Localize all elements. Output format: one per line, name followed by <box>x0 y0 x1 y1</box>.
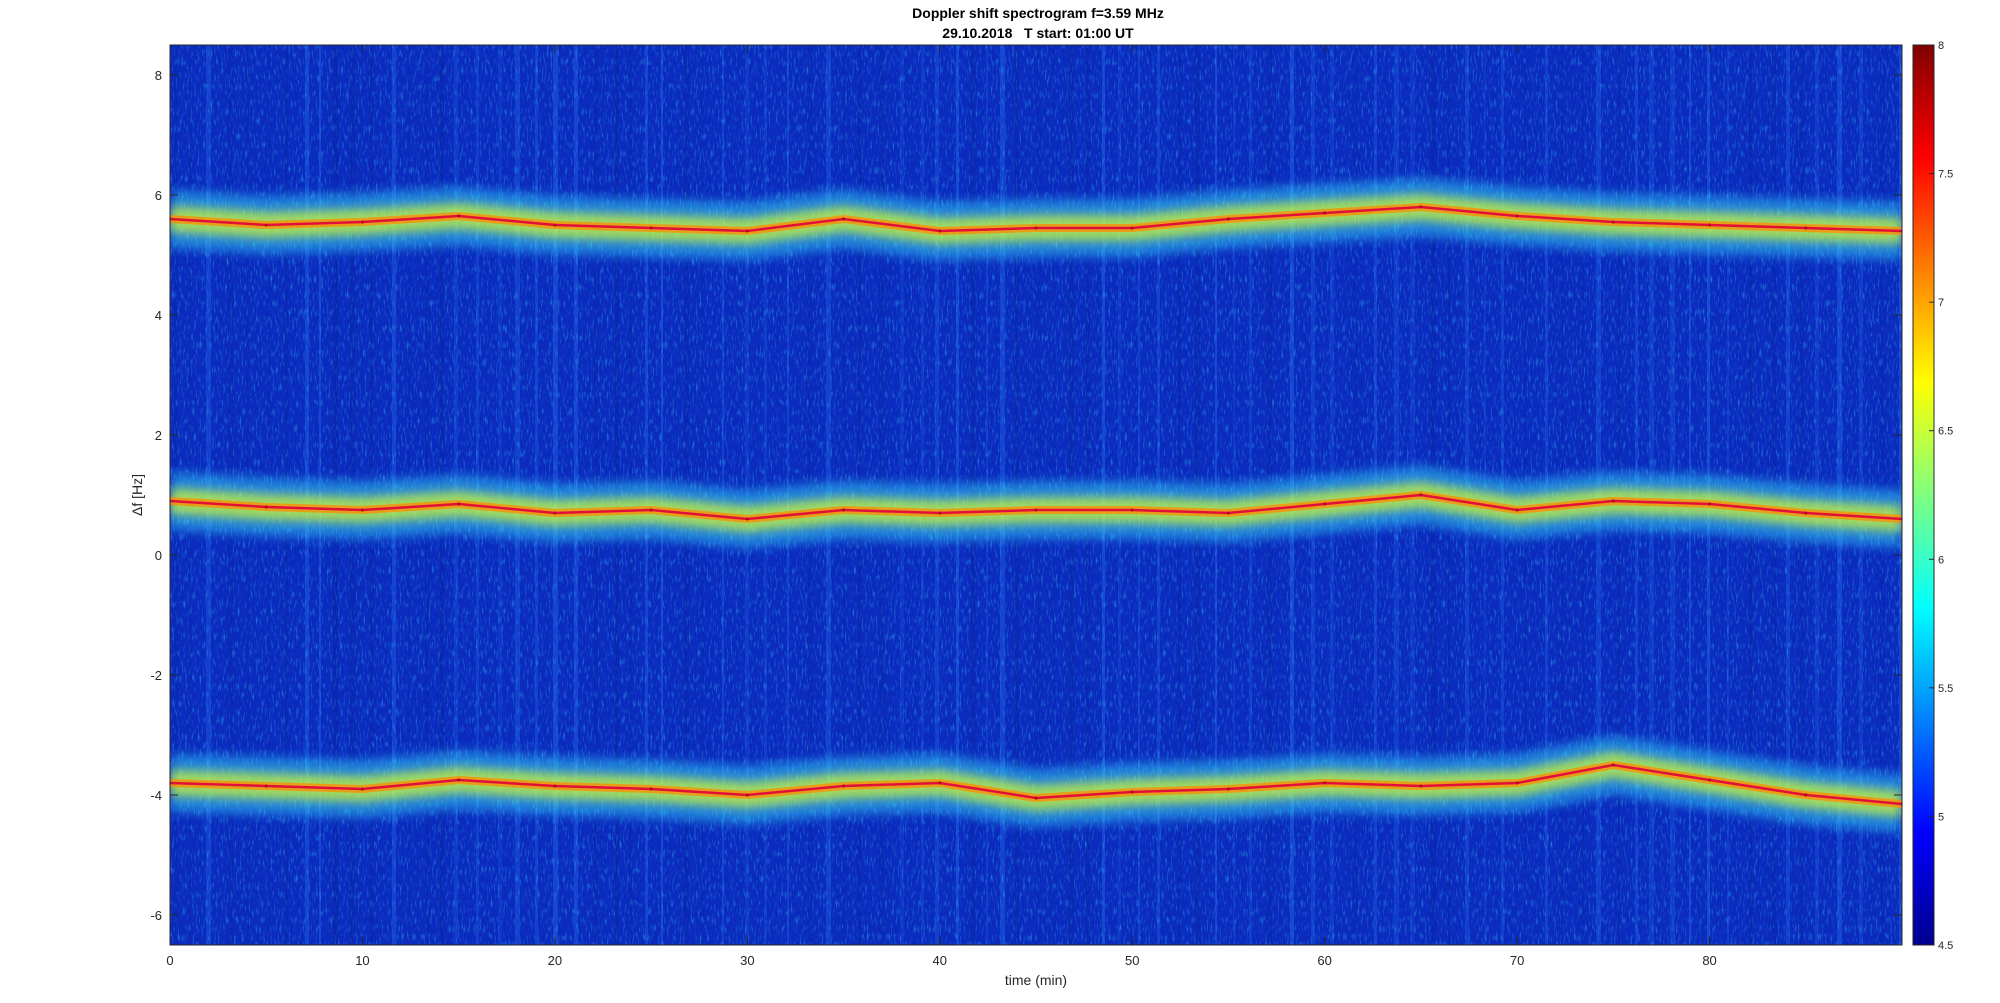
trace-2-point <box>745 517 749 521</box>
trace-2-point <box>1130 508 1134 512</box>
trace-3-point <box>1034 796 1038 800</box>
trace-2-point <box>360 508 364 512</box>
trace-1-point <box>457 214 461 218</box>
trace-3-point <box>842 784 846 788</box>
trace-2-point <box>1611 499 1615 503</box>
chart-title: Doppler shift spectrogram f=3.59 MHz <box>912 5 1164 21</box>
x-tick-label: 30 <box>740 953 754 968</box>
trace-3-point <box>553 784 557 788</box>
trace-1-point <box>1226 217 1230 221</box>
trace-1-point <box>360 220 364 224</box>
trace-1-point <box>1804 226 1808 230</box>
x-tick-label: 20 <box>548 953 562 968</box>
trace-1-point <box>1130 226 1134 230</box>
y-tick-label: 6 <box>155 188 162 203</box>
trace-3-point <box>1419 784 1423 788</box>
trace-3-point <box>1611 763 1615 767</box>
x-tick-label: 10 <box>355 953 369 968</box>
trace-3-point <box>360 787 364 791</box>
x-tick-label: 70 <box>1510 953 1524 968</box>
colorbar-tick-label: 8 <box>1938 40 1944 52</box>
x-tick-label: 0 <box>166 953 173 968</box>
trace-1-point <box>553 223 557 227</box>
y-tick-label: 2 <box>155 428 162 443</box>
trace-2-point <box>649 508 653 512</box>
colorbar-tick-label: 4.5 <box>1938 940 1953 952</box>
trace-2-point <box>1804 511 1808 515</box>
trace-2-point <box>1515 508 1519 512</box>
plot-area <box>170 45 1902 945</box>
colorbar-gradient <box>1912 44 1935 946</box>
trace-2-point <box>264 505 268 509</box>
x-tick-label: 40 <box>933 953 947 968</box>
colorbar-tick-label: 6 <box>1938 554 1944 566</box>
trace-1-point <box>1708 223 1712 227</box>
y-tick-label: -2 <box>150 668 162 683</box>
trace-1-point <box>264 223 268 227</box>
x-tick-label: 80 <box>1702 953 1716 968</box>
trace-1-point <box>1611 220 1615 224</box>
trace-3-point <box>1804 793 1808 797</box>
trace-2-point <box>1419 493 1423 497</box>
trace-2-point <box>938 511 942 515</box>
trace-1-point <box>1034 226 1038 230</box>
trace-2-point <box>1323 502 1327 506</box>
trace-1-point <box>649 226 653 230</box>
trace-2-point <box>1226 511 1230 515</box>
y-axis-label: Δf [Hz] <box>129 474 145 516</box>
trace-3-point <box>1515 781 1519 785</box>
trace-2-point <box>457 502 461 506</box>
colorbar-tick-label: 6.5 <box>1938 426 1953 438</box>
y-tick-label: -4 <box>150 788 162 803</box>
colorbar: 4.5 5 5.5 6 6.5 7 7.5 8 <box>1912 40 1953 952</box>
y-tick-label: 4 <box>155 308 162 323</box>
trace-3-point <box>649 787 653 791</box>
trace-1-point <box>1323 211 1327 215</box>
trace-1-point <box>745 229 749 233</box>
chart-subtitle: 29.10.2018 T start: 01:00 UT <box>942 25 1134 41</box>
spectrogram-figure: Doppler shift spectrogram f=3.59 MHz 29.… <box>129 5 1953 988</box>
trace-3-point <box>1226 787 1230 791</box>
y-tick-label: 8 <box>155 68 162 83</box>
colorbar-tick-label: 7 <box>1938 297 1944 309</box>
colorbar-tick-label: 5 <box>1938 811 1944 823</box>
trace-3-point <box>938 781 942 785</box>
trace-1-point <box>842 217 846 221</box>
trace-2-point <box>1708 502 1712 506</box>
trace-2-point <box>553 511 557 515</box>
x-tick-label: 50 <box>1125 953 1139 968</box>
trace-3-point <box>745 793 749 797</box>
trace-1-point <box>1419 205 1423 209</box>
trace-1-point <box>938 229 942 233</box>
trace-1-point <box>1515 214 1519 218</box>
trace-3-point <box>457 778 461 782</box>
x-axis-label: time (min) <box>1005 972 1067 988</box>
trace-3-point <box>1130 790 1134 794</box>
trace-3-point <box>1323 781 1327 785</box>
trace-3-point <box>264 784 268 788</box>
colorbar-tick-label: 7.5 <box>1938 169 1953 181</box>
trace-2-point <box>842 508 846 512</box>
trace-3-point <box>1708 778 1712 782</box>
y-tick-label: 0 <box>155 548 162 563</box>
colorbar-tick-label: 5.5 <box>1938 683 1953 695</box>
y-tick-label: -6 <box>150 908 162 923</box>
x-tick-label: 60 <box>1317 953 1331 968</box>
trace-2-point <box>1034 508 1038 512</box>
